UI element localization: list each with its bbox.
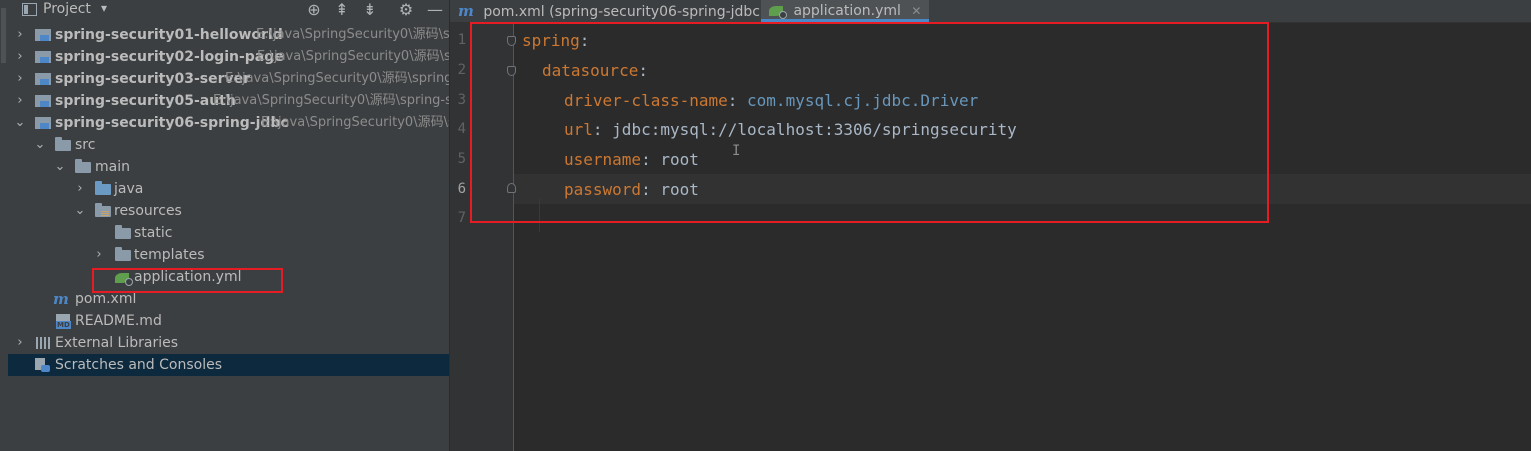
project-panel-header: Project ▾ ⊕ ⇞ ⇟ ⚙ — xyxy=(8,0,449,20)
maven-icon: m xyxy=(53,290,69,308)
project-icon xyxy=(22,3,37,16)
chevron-right-icon[interactable]: › xyxy=(14,68,26,90)
tree-item-libraries[interactable]: › External Libraries xyxy=(8,332,449,354)
project-title[interactable]: Project xyxy=(43,1,91,17)
tree-item-folder[interactable]: › java xyxy=(8,178,449,200)
line-number: 1 xyxy=(457,32,466,48)
tree-item-folder[interactable]: ⌄ main xyxy=(8,156,449,178)
tree-item-folder[interactable]: static xyxy=(8,222,449,244)
tree-item-label: java xyxy=(114,181,144,197)
tree-item-label: spring-security01-helloworld xyxy=(55,27,283,43)
tree-item-label: src xyxy=(75,137,96,153)
editor-tab-bar: m pom.xml (spring-security06-spring-jdbc… xyxy=(450,0,1531,23)
tree-item-label: templates xyxy=(134,247,205,263)
tree-item-path: E:\java\SpringSecurity0\源码\sp xyxy=(257,49,449,64)
highlight-box-tree xyxy=(92,268,283,293)
module-icon xyxy=(35,73,51,85)
tree-item-path: E:\java\SpringSecurity0\源码\s xyxy=(261,115,449,130)
tab-label: application.yml xyxy=(793,3,901,19)
module-icon xyxy=(35,51,51,63)
collapse-all-icon[interactable]: ⇞ xyxy=(332,0,352,19)
tree-item-label: Scratches and Consoles xyxy=(55,357,222,373)
tree-item-label: External Libraries xyxy=(55,335,178,351)
library-icon xyxy=(36,337,51,349)
chevron-right-icon[interactable]: › xyxy=(74,178,86,200)
tree-item-path: E:\java\SpringSecurity0\源码\spring-s xyxy=(213,93,449,108)
gear-icon[interactable]: ⚙ xyxy=(396,0,416,19)
tree-item-module[interactable]: › spring-security03-server E:\java\Sprin… xyxy=(8,68,449,90)
line-number: 5 xyxy=(457,151,466,167)
project-tool-button[interactable] xyxy=(1,8,6,63)
tree-item-label: spring-security02-login-page xyxy=(55,49,284,65)
minimize-icon[interactable]: — xyxy=(425,0,445,19)
tree-item-path: E:\java\SpringSecurity0\源码\sp xyxy=(256,27,449,42)
tab-application-yml[interactable]: application.yml ✕ xyxy=(761,0,930,22)
source-folder-icon xyxy=(95,181,111,195)
line-number: 7 xyxy=(457,210,466,226)
folder-icon xyxy=(115,247,131,261)
line-number: 2 xyxy=(457,62,466,78)
module-icon xyxy=(35,117,51,129)
tree-item-folder[interactable]: ⌄ resources xyxy=(8,200,449,222)
tree-item-label: resources xyxy=(114,203,182,219)
tab-label: pom.xml (spring-security06-spring-jdbc) xyxy=(483,4,766,20)
chevron-right-icon[interactable]: › xyxy=(93,244,105,266)
tree-item-path: E:\java\SpringSecurity0\源码\spring- xyxy=(225,71,449,86)
line-number: 4 xyxy=(457,121,466,137)
project-panel: Project ▾ ⊕ ⇞ ⇟ ⚙ — › spring-security01-… xyxy=(8,0,450,451)
resources-folder-icon xyxy=(95,203,111,217)
tree-item-label: README.md xyxy=(75,313,162,329)
tree-item-module[interactable]: ⌄ spring-security06-spring-jdbc E:\java\… xyxy=(8,112,449,134)
tree-item-label: static xyxy=(134,225,173,241)
folder-icon xyxy=(55,137,71,151)
module-icon xyxy=(35,95,51,107)
folder-icon xyxy=(75,159,91,173)
folder-icon xyxy=(115,225,131,239)
chevron-right-icon[interactable]: › xyxy=(14,46,26,68)
line-number: 6 xyxy=(457,181,466,197)
chevron-right-icon[interactable]: › xyxy=(14,90,26,112)
tree-item-label: main xyxy=(95,159,130,175)
chevron-down-icon[interactable]: ⌄ xyxy=(34,134,46,156)
tree-item-folder[interactable]: ⌄ src xyxy=(8,134,449,156)
tree-item-module[interactable]: › spring-security02-login-page E:\java\S… xyxy=(8,46,449,68)
chevron-right-icon[interactable]: › xyxy=(14,332,26,354)
markdown-icon xyxy=(56,314,71,329)
close-icon[interactable]: ✕ xyxy=(911,4,921,18)
tree-item-module[interactable]: › spring-security05-auth E:\java\SpringS… xyxy=(8,90,449,112)
tree-item-label: spring-security03-server xyxy=(55,71,251,87)
chevron-down-icon[interactable]: ⌄ xyxy=(14,112,26,134)
module-icon xyxy=(35,29,51,41)
chevron-down-icon[interactable]: ▾ xyxy=(101,1,107,15)
chevron-right-icon[interactable]: › xyxy=(14,24,26,46)
tree-item-file[interactable]: README.md xyxy=(8,310,449,332)
target-icon[interactable]: ⊕ xyxy=(304,0,324,19)
maven-icon: m xyxy=(458,2,474,20)
chevron-down-icon[interactable]: ⌄ xyxy=(54,156,66,178)
chevron-down-icon[interactable]: ⌄ xyxy=(74,200,86,222)
highlight-box-editor xyxy=(470,22,1269,223)
spring-config-icon xyxy=(769,6,787,19)
expand-all-icon[interactable]: ⇟ xyxy=(360,0,380,19)
tree-item-label: spring-security06-spring-jdbc xyxy=(55,115,289,131)
tree-item-folder[interactable]: › templates xyxy=(8,244,449,266)
tab-pom-xml[interactable]: m pom.xml (spring-security06-spring-jdbc… xyxy=(458,0,794,22)
scratches-icon xyxy=(35,358,51,373)
tree-item-scratches[interactable]: Scratches and Consoles xyxy=(8,354,449,376)
tree-item-module[interactable]: › spring-security01-helloworld E:\java\S… xyxy=(8,24,449,46)
tree-item-label: spring-security05-auth xyxy=(55,93,236,109)
line-number: 3 xyxy=(457,92,466,108)
